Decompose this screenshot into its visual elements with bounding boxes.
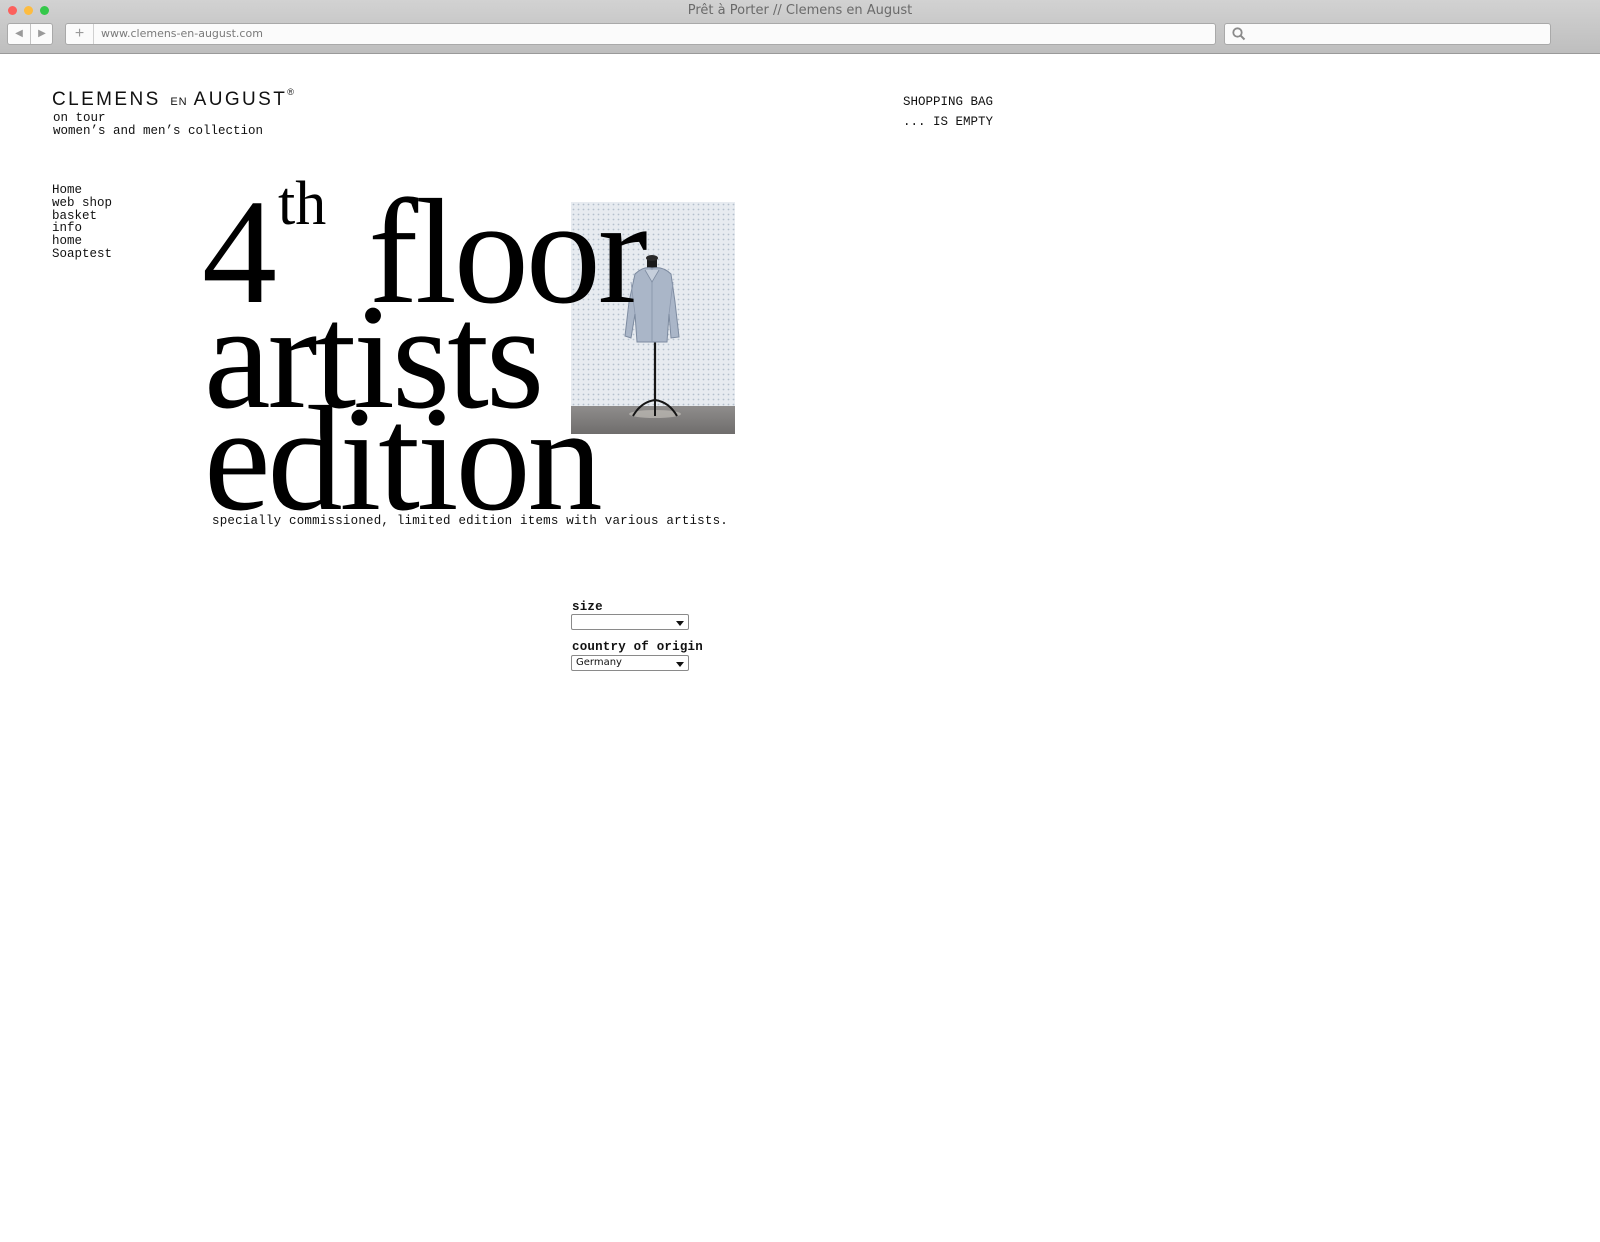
logo-word-clemens: CLEMENS — [52, 89, 161, 110]
tagline-line-2: women’s and men’s collection — [53, 123, 264, 138]
shopping-bag-status: ... IS EMPTY — [903, 115, 994, 129]
shopping-bag-label[interactable]: SHOPPING BAG — [903, 92, 993, 112]
new-tab-button[interactable]: + — [66, 24, 94, 44]
back-button[interactable]: ◀ — [8, 24, 31, 44]
country-of-origin-select[interactable]: Germany — [571, 655, 689, 671]
history-buttons: ◀ ▶ — [7, 23, 53, 45]
brand-logo[interactable]: CLEMENS EN AUGUST® — [52, 87, 294, 111]
window-title: Prêt à Porter // Clemens en August — [687, 3, 913, 18]
size-label: size — [572, 600, 603, 614]
size-select[interactable] — [571, 614, 689, 630]
chevron-down-icon — [676, 662, 684, 667]
side-navigation: Home web shop basket info home Soaptest — [52, 184, 112, 261]
nav-item-soaptest[interactable]: Soaptest — [52, 248, 112, 261]
country-select-value: Germany — [576, 657, 622, 668]
url-text[interactable]: www.clemens-en-august.com — [101, 24, 263, 44]
chevron-down-icon — [676, 621, 684, 626]
hero-headline: 4th floor artists edition — [202, 173, 742, 534]
headline-ordinal: th — [278, 170, 327, 238]
address-bar[interactable]: + www.clemens-en-august.com — [65, 23, 1216, 45]
nav-item-home[interactable]: Home — [52, 184, 112, 197]
browser-search-field[interactable] — [1224, 23, 1551, 45]
logo-word-august: AUGUST — [193, 89, 288, 110]
forward-button[interactable]: ▶ — [31, 24, 53, 44]
tagline-line-1: on tour — [53, 111, 106, 125]
nav-item-web-shop[interactable]: web shop — [52, 196, 112, 210]
logo-word-en: EN — [170, 96, 188, 108]
search-icon — [1232, 27, 1246, 41]
hero-description: specially commissioned, limited edition … — [212, 514, 728, 528]
headline-word-edition: edition — [204, 376, 603, 542]
shopping-bag[interactable]: SHOPPING BAG ... IS EMPTY — [903, 92, 993, 132]
browser-chrome: Prêt à Porter // Clemens en August ◀ ▶ +… — [0, 0, 1600, 54]
brand-tagline: on tour women’s and men’s collection — [53, 112, 263, 137]
registered-mark: ® — [287, 87, 294, 97]
country-of-origin-label: country of origin — [572, 640, 703, 654]
